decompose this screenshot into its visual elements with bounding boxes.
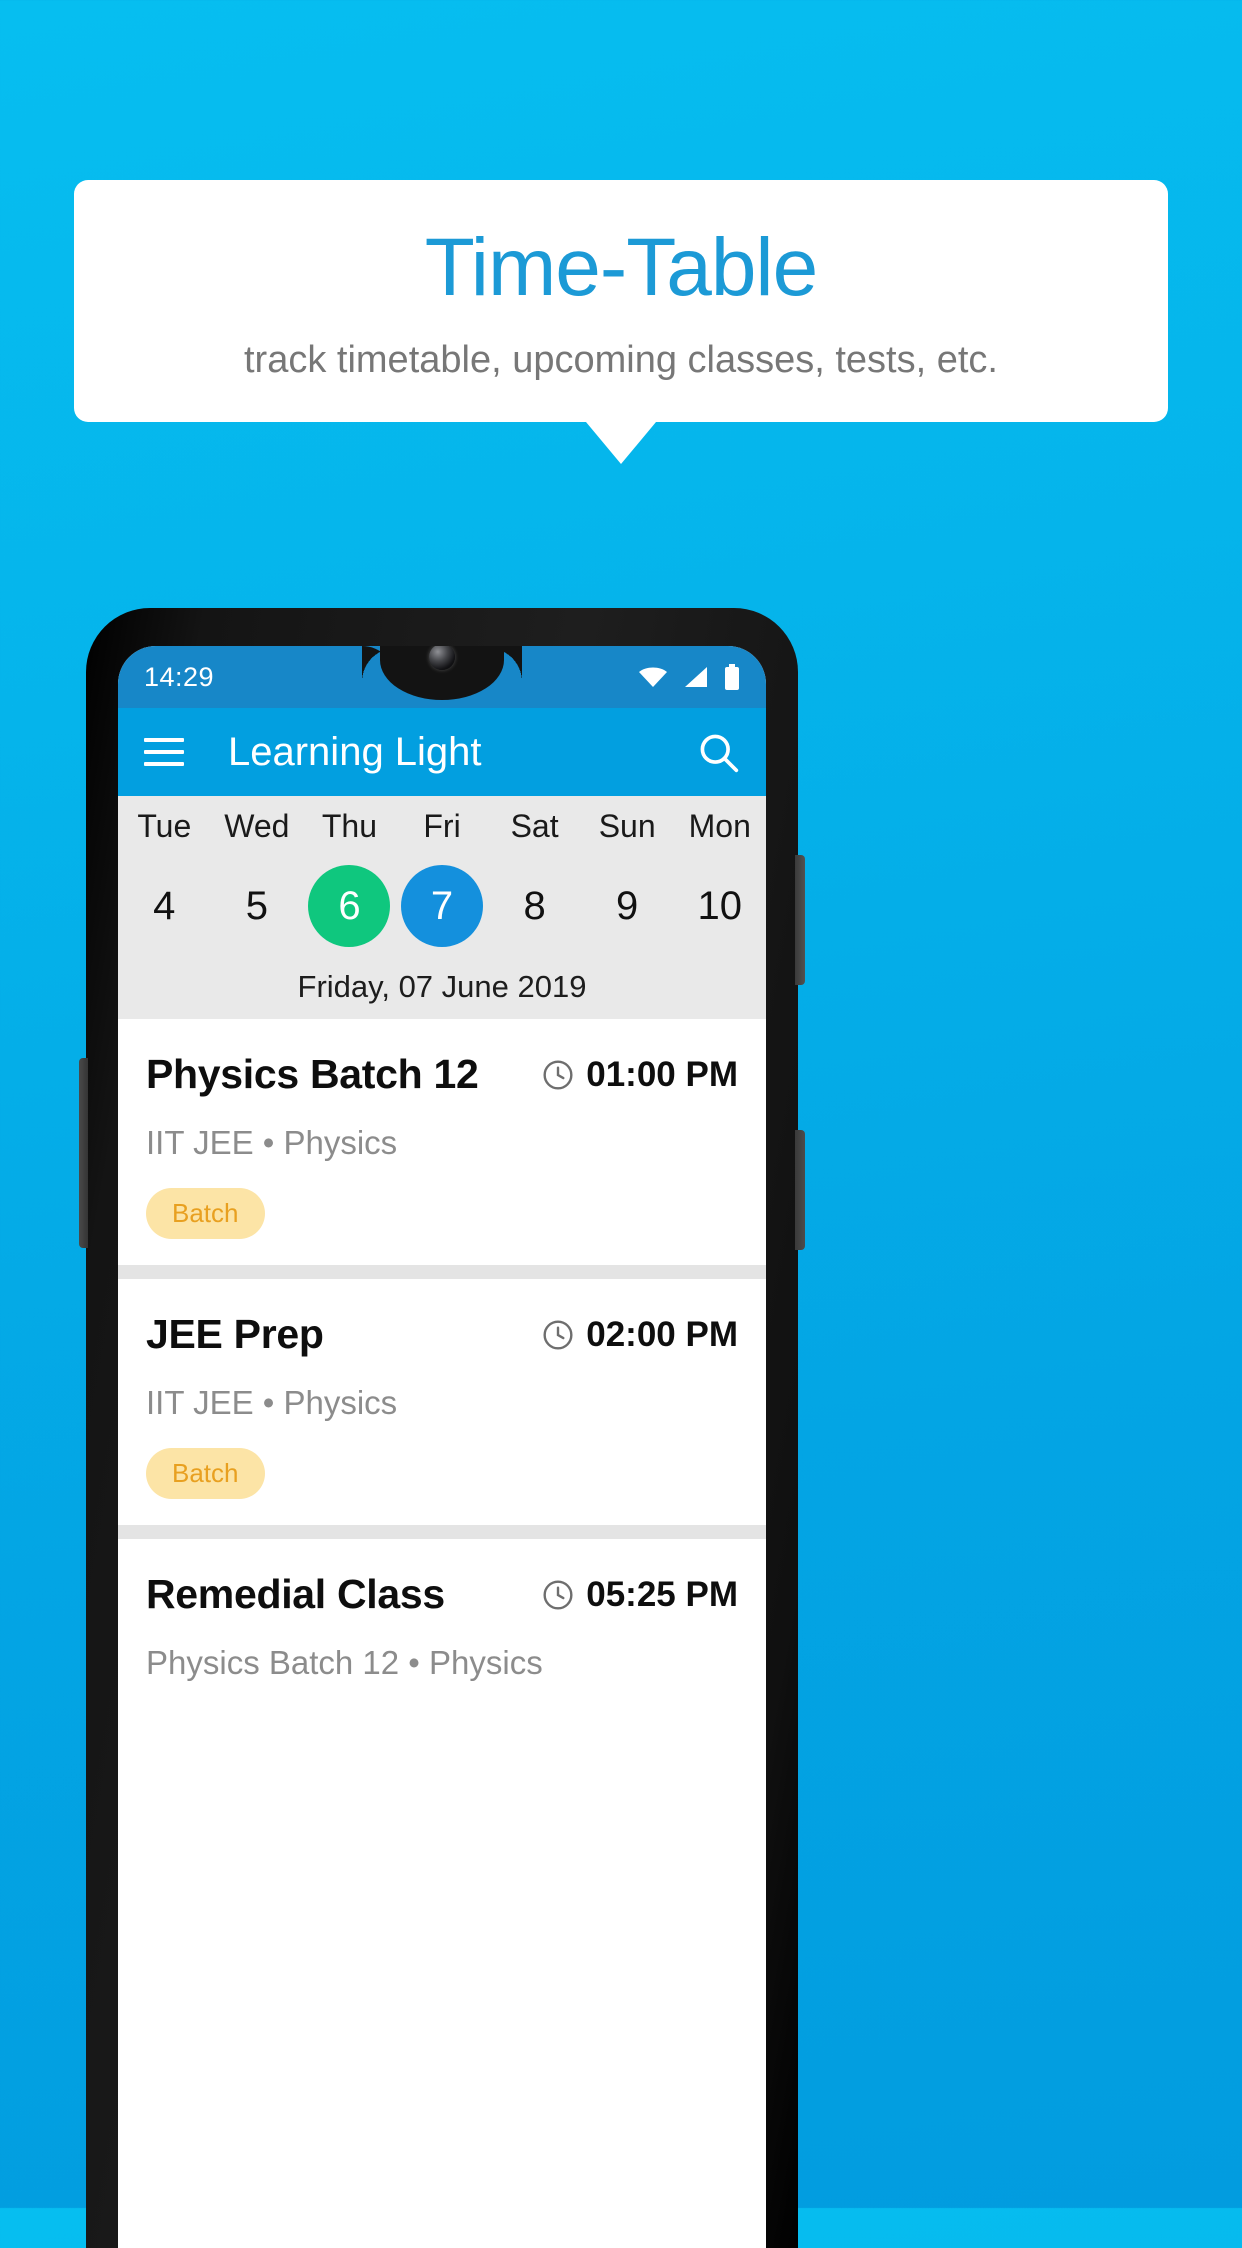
page-title: Time-Table: [424, 221, 819, 313]
notch-drop: [380, 646, 504, 700]
date-number: 7: [401, 865, 484, 947]
date-cell-10[interactable]: 10: [673, 865, 766, 947]
day-name: Tue: [137, 808, 192, 844]
day-name: Wed: [224, 808, 290, 844]
clock-icon: [543, 1319, 573, 1350]
date-number: 8: [523, 883, 546, 928]
hamburger-menu-icon[interactable]: [144, 738, 184, 766]
date-cell-4[interactable]: 4: [118, 865, 211, 947]
battery-icon: [725, 664, 739, 690]
event-header: Physics Batch 12 01:00 PM: [146, 1051, 738, 1098]
date-number: 4: [153, 883, 176, 928]
promo-bubble: Time-Table track timetable, upcoming cla…: [74, 180, 1168, 422]
event-title: JEE Prep: [146, 1311, 324, 1357]
status-badge: Batch: [146, 1188, 265, 1239]
date-number: 9: [616, 883, 639, 928]
app-bar: Learning Light: [118, 708, 766, 796]
event-time: 01:00 PM: [586, 1054, 738, 1094]
event-time: 02:00 PM: [586, 1314, 738, 1354]
day-name: Sun: [598, 808, 656, 844]
side-button-left[interactable]: [79, 1058, 88, 1248]
event-list: Physics Batch 12 01:00 PM IIT JEE • Phys…: [118, 1019, 766, 1708]
hamburger-bar: [144, 750, 184, 754]
event-title: Physics Batch 12: [146, 1051, 479, 1097]
event-time-group: 02:00 PM: [542, 1315, 738, 1355]
day-name: Thu: [321, 808, 378, 844]
event-card[interactable]: Remedial Class 05:25 PM Physics Batch 12…: [118, 1539, 766, 1708]
date-strip: Tue Wed Thu Fri Sat Sun Mon 4 5 6 7 8 9 …: [118, 796, 766, 1019]
event-subtitle: Physics Batch 12 • Physics: [146, 1644, 543, 1681]
day-name-row: Tue Wed Thu Fri Sat Sun Mon: [118, 808, 766, 845]
event-header: JEE Prep 02:00 PM: [146, 1311, 738, 1358]
status-bar-icons: [638, 664, 740, 690]
selected-date-label: Friday, 07 June 2019: [297, 969, 587, 1004]
status-badge: Batch: [146, 1448, 265, 1499]
date-cell-6-today[interactable]: 6: [303, 865, 396, 947]
search-icon[interactable]: [696, 730, 740, 774]
status-bar-clock: 14:29: [144, 661, 215, 692]
clock-icon: [543, 1579, 573, 1610]
date-number: 5: [245, 883, 268, 928]
date-cell-8[interactable]: 8: [488, 865, 581, 947]
event-subtitle: IIT JEE • Physics: [146, 1384, 398, 1421]
day-name: Sat: [510, 808, 559, 844]
day-name: Mon: [688, 808, 751, 844]
date-number: 6: [308, 865, 391, 947]
phone-screen: 14:29 Learning Light Tue Wed Thu Fri Sat…: [118, 646, 766, 2248]
event-time: 05:25 PM: [586, 1574, 738, 1614]
date-cell-7-selected[interactable]: 7: [396, 865, 489, 947]
notch-wing-right: [488, 646, 522, 682]
app-title: Learning Light: [228, 729, 482, 774]
front-camera-icon: [429, 646, 455, 670]
event-card[interactable]: JEE Prep 02:00 PM IIT JEE • Physics Batc…: [118, 1279, 766, 1525]
date-number: 10: [697, 883, 743, 928]
bubble-tail: [586, 422, 656, 464]
event-time-group: 05:25 PM: [542, 1575, 738, 1615]
event-time-group: 01:00 PM: [542, 1055, 738, 1095]
date-cell-5[interactable]: 5: [211, 865, 304, 947]
power-button[interactable]: [795, 855, 805, 985]
event-subtitle: IIT JEE • Physics: [146, 1124, 398, 1161]
volume-button[interactable]: [795, 1130, 805, 1250]
day-name: Fri: [423, 808, 461, 844]
clock-icon: [543, 1059, 573, 1090]
status-bar: 14:29: [118, 646, 766, 708]
hamburger-bar: [144, 738, 184, 742]
event-card[interactable]: Physics Batch 12 01:00 PM IIT JEE • Phys…: [118, 1019, 766, 1265]
signal-icon: [685, 667, 707, 687]
hamburger-bar: [144, 762, 184, 766]
event-header: Remedial Class 05:25 PM: [146, 1571, 738, 1618]
day-number-row: 4 5 6 7 8 9 10: [118, 865, 766, 947]
wifi-icon: [639, 667, 667, 687]
camera-notch: [354, 646, 530, 704]
event-title: Remedial Class: [146, 1571, 445, 1617]
page-subtitle: track timetable, upcoming classes, tests…: [244, 338, 998, 381]
notch-wing-left: [362, 646, 396, 682]
date-cell-9[interactable]: 9: [581, 865, 674, 947]
